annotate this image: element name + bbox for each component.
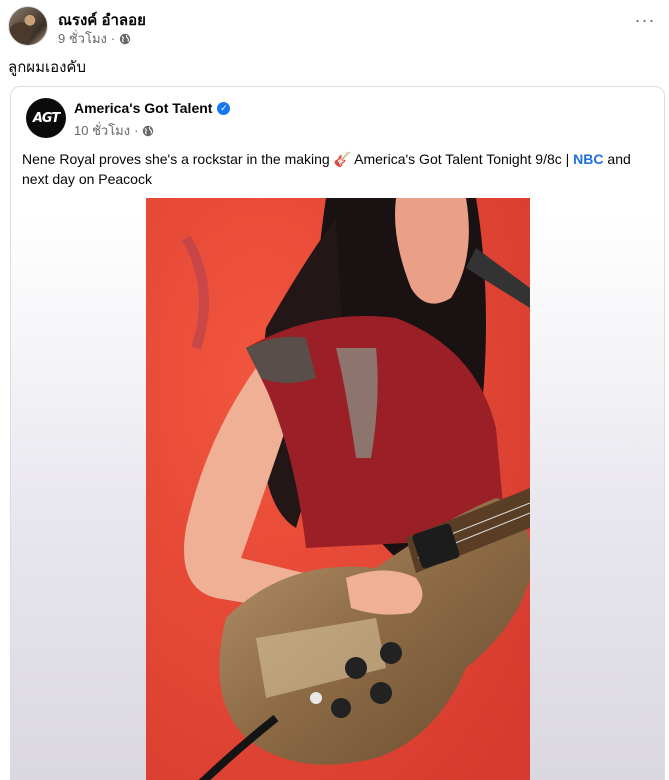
caption-text-1: Nene Royal proves she's a rockstar in th… [22, 151, 574, 167]
post-text: ลูกผมเองคับ [8, 59, 86, 76]
meta-separator: · [110, 31, 116, 46]
shared-post-header: AGT America's Got Talent ✓ 10 ชั่วโมง · [26, 98, 626, 140]
shared-post-meta: 10 ชั่วโมง · [74, 120, 154, 141]
more-options-icon[interactable]: ··· [633, 11, 657, 36]
shared-post-time[interactable]: 10 ชั่วโมง [74, 120, 130, 141]
shared-post-caption: Nene Royal proves she's a rockstar in th… [22, 149, 652, 189]
performer-illustration [146, 198, 530, 780]
globe-icon[interactable] [119, 33, 131, 45]
globe-icon[interactable] [142, 125, 154, 137]
nbc-link[interactable]: NBC [573, 151, 603, 167]
shared-meta-separator: · [134, 123, 139, 138]
post-meta: 9 ชั่วโมง · [58, 28, 131, 49]
page-name[interactable]: America's Got Talent [74, 100, 212, 116]
video-thumbnail[interactable] [146, 198, 530, 780]
agt-logo-text: AGT [32, 110, 60, 126]
post-time[interactable]: 9 ชั่วโมง [58, 28, 107, 49]
verified-badge-icon: ✓ [217, 101, 231, 115]
post-header: ณรงค์ อำลอย 9 ชั่วโมง · ··· [8, 6, 661, 50]
page-name-row: America's Got Talent ✓ [74, 100, 231, 116]
shared-post-card[interactable]: AGT America's Got Talent ✓ 10 ชั่วโมง · … [10, 86, 665, 780]
agt-logo[interactable]: AGT [26, 98, 66, 138]
author-avatar[interactable] [8, 6, 48, 46]
